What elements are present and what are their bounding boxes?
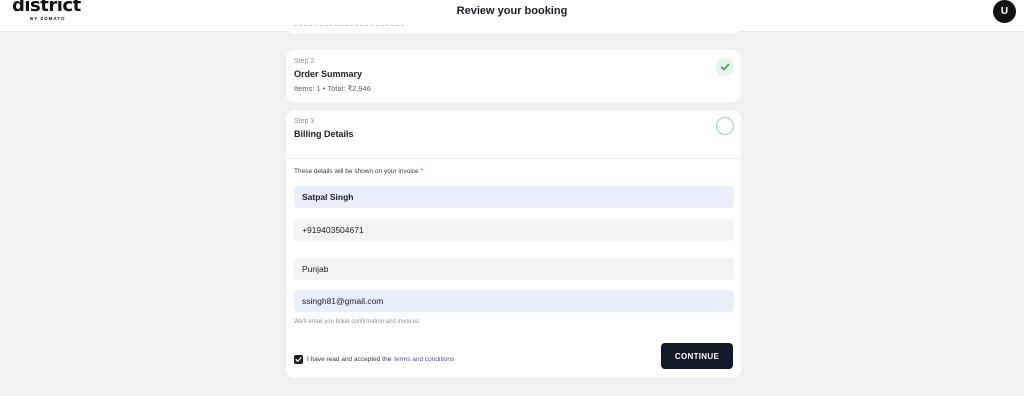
page-title: Review your booking — [456, 5, 568, 17]
checkmark-icon — [295, 356, 302, 362]
order-summary-card[interactable]: Step 2 Order Summary Items: 1 • Total: ₹… — [286, 50, 741, 102]
email-field[interactable]: ssingh81@gmail.com — [294, 290, 734, 312]
step-title: Billing Details — [294, 129, 354, 139]
terms-row: I have read and accepted the terms and c… — [294, 354, 454, 364]
billing-details-card: Step 3 Billing Details These details wil… — [286, 110, 741, 378]
terms-text: I have read and accepted the — [307, 355, 392, 363]
phone-field[interactable]: +919403504671 — [294, 219, 734, 241]
order-summary-text: Items: 1 • Total: ₹2,946 — [294, 84, 371, 93]
name-field[interactable]: Satpal Singh — [294, 186, 734, 208]
email-note: We'll email you ticket confirmation and … — [294, 319, 420, 325]
invoice-hint: These details will be shown on your invo… — [294, 168, 423, 175]
continue-button[interactable]: CONTINUE — [661, 343, 733, 369]
divider — [286, 158, 741, 159]
avatar[interactable]: U — [993, 0, 1016, 23]
state-field[interactable]: Punjab — [294, 258, 734, 280]
step-label: Step 3 — [294, 118, 315, 125]
invoice-hint-text: These details will be shown on your invo… — [294, 168, 419, 175]
terms-link[interactable]: terms and conditions — [394, 356, 454, 363]
step-1-card — [286, 18, 741, 34]
required-mark: * — [420, 168, 423, 175]
check-icon — [716, 58, 734, 76]
step-1-collapsed-summary — [294, 22, 404, 26]
step-status-ring-icon — [716, 117, 734, 135]
terms-checkbox[interactable] — [294, 354, 303, 364]
step-label: Step 2 — [294, 58, 315, 65]
step-title: Order Summary — [294, 69, 363, 79]
